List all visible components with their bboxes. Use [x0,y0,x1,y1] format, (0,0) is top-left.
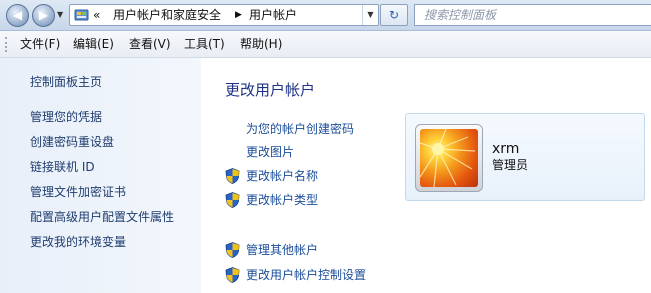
user-account-card: xrm 管理员 [405,113,645,201]
link-change-picture[interactable]: 更改图片 [246,145,294,160]
avatar-frame [415,124,483,192]
address-dropdown[interactable]: ▼ [362,5,378,25]
toolbar-grip [5,37,7,52]
back-button[interactable]: ◀ [6,4,29,27]
user-role: 管理员 [492,158,529,172]
control-panel-icon [74,9,89,21]
forward-button[interactable]: ▶ [32,4,55,27]
breadcrumb-item-family-safety[interactable]: 用户帐户和家庭安全 [113,8,221,23]
uac-shield-icon [225,192,240,208]
link-create-password[interactable]: 为您的帐户创建密码 [246,122,354,137]
avatar[interactable] [420,129,478,187]
uac-shield-icon [225,168,240,184]
left-nav-pane: 控制面板主页 管理您的凭据 创建密码重设盘 链接联机 ID 管理文件加密证书 配… [0,58,201,293]
search-input[interactable]: 搜索控制面板 [424,8,496,23]
refresh-icon: ↻ [388,8,400,22]
back-arrow-icon: ◀ [12,8,23,22]
menu-edit[interactable]: 编辑(E) [73,37,114,52]
flower-picture-icon [420,129,476,187]
nav-manage-credentials[interactable]: 管理您的凭据 [30,109,102,125]
page-title: 更改用户帐户 [225,81,316,99]
menu-view[interactable]: 查看(V) [129,37,171,52]
menu-file[interactable]: 文件(F) [20,37,60,52]
link-manage-other-accounts[interactable]: 管理其他帐户 [246,243,318,258]
menu-tools[interactable]: 工具(T) [184,37,225,52]
menu-bar: 文件(F) 编辑(E) 查看(V) 工具(T) 帮助(H) [0,31,651,58]
nav-manage-encryption-certs[interactable]: 管理文件加密证书 [30,184,126,200]
breadcrumb-separator-icon[interactable]: ▶ [235,8,242,23]
user-name: xrm [492,141,520,157]
recent-pages-dropdown[interactable]: ▼ [57,9,66,21]
link-change-account-name[interactable]: 更改帐户名称 [246,169,318,184]
breadcrumb[interactable]: « 用户帐户和家庭安全 ▶ 用户帐户 ▼ [69,4,379,26]
forward-arrow-icon: ▶ [38,8,49,22]
menu-help[interactable]: 帮助(H) [240,37,282,52]
link-change-uac-settings[interactable]: 更改用户帐户控制设置 [246,268,366,283]
breadcrumb-overflow[interactable]: « [93,8,100,23]
search-box[interactable]: 搜索控制面板 [414,4,651,26]
nav-advanced-profile-properties[interactable]: 配置高级用户配置文件属性 [30,209,174,225]
link-change-account-type[interactable]: 更改帐户类型 [246,193,318,208]
breadcrumb-item-user-accounts[interactable]: 用户帐户 [249,8,297,23]
nav-change-env-variables[interactable]: 更改我的环境变量 [30,234,126,250]
uac-shield-icon [225,242,240,258]
address-toolbar: ◀ ▶ ▼ « 用户帐户和家庭安全 ▶ 用户帐户 ▼ ↻ 搜索控制面板 [0,0,651,31]
refresh-button[interactable]: ↻ [380,4,408,26]
nav-link-online-id[interactable]: 链接联机 ID [30,159,95,175]
uac-shield-icon [225,267,240,283]
nav-create-reset-disk[interactable]: 创建密码重设盘 [30,134,114,150]
nav-control-panel-home[interactable]: 控制面板主页 [30,74,102,90]
